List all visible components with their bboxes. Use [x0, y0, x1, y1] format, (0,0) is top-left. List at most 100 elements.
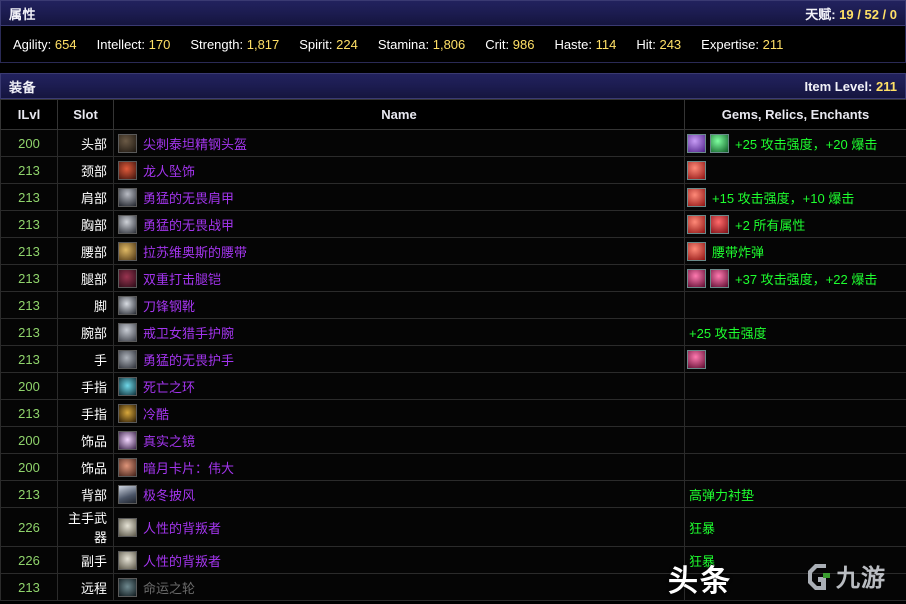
gem-enchant-cell: +15 攻击强度，+10 爆击: [687, 187, 906, 207]
item-link[interactable]: 戒卫女猎手护腕: [143, 323, 234, 342]
item-name-cell: 勇猛的无畏肩甲: [118, 187, 684, 207]
item-link[interactable]: 极冬披风: [143, 485, 195, 504]
column-header-ilvl[interactable]: ILvl: [0, 99, 58, 130]
item-link[interactable]: 死亡之环: [143, 377, 195, 396]
item-name-cell: 人性的背叛者: [118, 517, 684, 537]
trinket2-icon[interactable]: [118, 457, 137, 477]
talents-label: 天赋:: [805, 6, 836, 22]
table-row[interactable]: 213 远程 命运之轮: [0, 573, 906, 601]
weapon-icon[interactable]: [118, 550, 137, 570]
item-link[interactable]: 勇猛的无畏战甲: [143, 215, 234, 234]
gem-red[interactable]: [687, 160, 706, 180]
item-link[interactable]: 勇猛的无畏肩甲: [143, 188, 234, 207]
table-row[interactable]: 200 饰品 暗月卡片：伟大: [0, 453, 906, 481]
item-level-label: Item Level:: [804, 78, 873, 94]
cell-gems-enchants: [684, 345, 906, 373]
stat-label: Expertise:: [701, 36, 759, 52]
neck-icon[interactable]: [118, 160, 137, 180]
gem-red2[interactable]: [710, 214, 729, 234]
ring-icon[interactable]: [118, 376, 137, 396]
cell-ilvl: 213: [0, 264, 58, 292]
ranged-icon[interactable]: [118, 577, 137, 597]
gem-pink[interactable]: [687, 349, 706, 369]
column-header-gems[interactable]: Gems, Relics, Enchants: [684, 99, 906, 130]
column-header-name[interactable]: Name: [113, 99, 685, 130]
cell-name: 极冬披风: [113, 480, 685, 508]
table-row[interactable]: 213 脚 刀锋钢靴: [0, 291, 906, 319]
cell-name: 戒卫女猎手护腕: [113, 318, 685, 346]
table-row[interactable]: 213 颈部 龙人坠饰: [0, 156, 906, 184]
item-link[interactable]: 人性的背叛者: [143, 518, 221, 537]
stat-value: 1,817: [243, 36, 280, 52]
stat-item: Agility: 654: [13, 37, 77, 52]
item-link[interactable]: 真实之镜: [143, 431, 195, 450]
helm-icon[interactable]: [118, 133, 137, 153]
table-row[interactable]: 213 手指 冷酷: [0, 399, 906, 427]
gem-enchant-cell: +2 所有属性: [687, 214, 906, 234]
cloak-icon[interactable]: [118, 484, 137, 504]
table-row[interactable]: 226 主手武器 人性的背叛者 狂暴: [0, 507, 906, 547]
table-row[interactable]: 200 头部 尖刺泰坦精钢头盔 +25 攻击强度，+20 爆击: [0, 129, 906, 157]
item-link[interactable]: 龙人坠饰: [143, 161, 195, 180]
weapon-icon[interactable]: [118, 517, 137, 537]
cell-gems-enchants: +25 攻击强度，+20 爆击: [684, 129, 906, 157]
cell-gems-enchants: [684, 372, 906, 400]
gem-purple[interactable]: [687, 133, 706, 153]
item-name-cell: 双重打击腿铠: [118, 268, 684, 288]
attributes-header-bar: 属性 天赋: 19 / 52 / 0: [0, 0, 906, 26]
table-row[interactable]: 226 副手 人性的背叛者 狂暴: [0, 546, 906, 574]
table-row[interactable]: 200 饰品 真实之镜: [0, 426, 906, 454]
cell-ilvl: 213: [0, 237, 58, 265]
stat-label: Strength:: [190, 36, 244, 52]
table-row[interactable]: 213 腿部 双重打击腿铠 +37 攻击强度，+22 爆击: [0, 264, 906, 292]
stat-label: Haste:: [554, 36, 593, 52]
chest-icon[interactable]: [118, 214, 137, 234]
item-link[interactable]: 勇猛的无畏护手: [143, 350, 234, 369]
cell-name: 双重打击腿铠: [113, 264, 685, 292]
item-link[interactable]: 冷酷: [143, 404, 169, 423]
gem-red[interactable]: [687, 241, 706, 261]
shoulder-icon[interactable]: [118, 187, 137, 207]
legs-icon[interactable]: [118, 268, 137, 288]
ring2-icon[interactable]: [118, 403, 137, 423]
wrist-icon[interactable]: [118, 322, 137, 342]
enchant-text: 腰带炸弹: [712, 244, 765, 260]
table-row[interactable]: 213 手 勇猛的无畏护手: [0, 345, 906, 373]
table-row[interactable]: 213 肩部 勇猛的无畏肩甲 +15 攻击强度，+10 爆击: [0, 183, 906, 211]
item-level-value: 211: [876, 78, 897, 94]
cell-gems-enchants: [684, 573, 906, 601]
cell-ilvl: 213: [0, 318, 58, 346]
item-link[interactable]: 暗月卡片：伟大: [143, 458, 234, 477]
gem-green[interactable]: [710, 133, 729, 153]
item-link[interactable]: 拉苏维奥斯的腰带: [143, 242, 247, 261]
cell-ilvl: 200: [0, 372, 58, 400]
stat-value: 986: [509, 36, 535, 52]
gem-red[interactable]: [687, 187, 706, 207]
gem-red[interactable]: [687, 214, 706, 234]
feet-icon[interactable]: [118, 295, 137, 315]
trinket-icon[interactable]: [118, 430, 137, 450]
column-header-slot[interactable]: Slot: [57, 99, 114, 130]
item-name-cell: 命运之轮: [118, 577, 684, 597]
item-link[interactable]: 尖刺泰坦精钢头盔: [143, 134, 247, 153]
cell-name: 尖刺泰坦精钢头盔: [113, 129, 685, 157]
table-row[interactable]: 213 腰部 拉苏维奥斯的腰带 腰带炸弹: [0, 237, 906, 265]
item-name-cell: 人性的背叛者: [118, 550, 684, 570]
item-link[interactable]: 人性的背叛者: [143, 551, 221, 570]
item-link[interactable]: 命运之轮: [143, 578, 195, 597]
table-row[interactable]: 213 腕部 戒卫女猎手护腕 +25 攻击强度: [0, 318, 906, 346]
cell-name: 死亡之环: [113, 372, 685, 400]
cell-slot: 手指: [57, 372, 114, 400]
table-row[interactable]: 213 胸部 勇猛的无畏战甲 +2 所有属性: [0, 210, 906, 238]
gem-pink[interactable]: [710, 268, 729, 288]
belt-icon[interactable]: [118, 241, 137, 261]
gem-enchant-cell: [687, 349, 906, 369]
table-row[interactable]: 200 手指 死亡之环: [0, 372, 906, 400]
hands-icon[interactable]: [118, 349, 137, 369]
table-row[interactable]: 213 背部 极冬披风 高弹力衬垫: [0, 480, 906, 508]
item-link[interactable]: 双重打击腿铠: [143, 269, 221, 288]
gem-enchant-cell: +25 攻击强度: [687, 323, 906, 342]
cell-ilvl: 200: [0, 453, 58, 481]
item-link[interactable]: 刀锋钢靴: [143, 296, 195, 315]
gem-pink[interactable]: [687, 268, 706, 288]
